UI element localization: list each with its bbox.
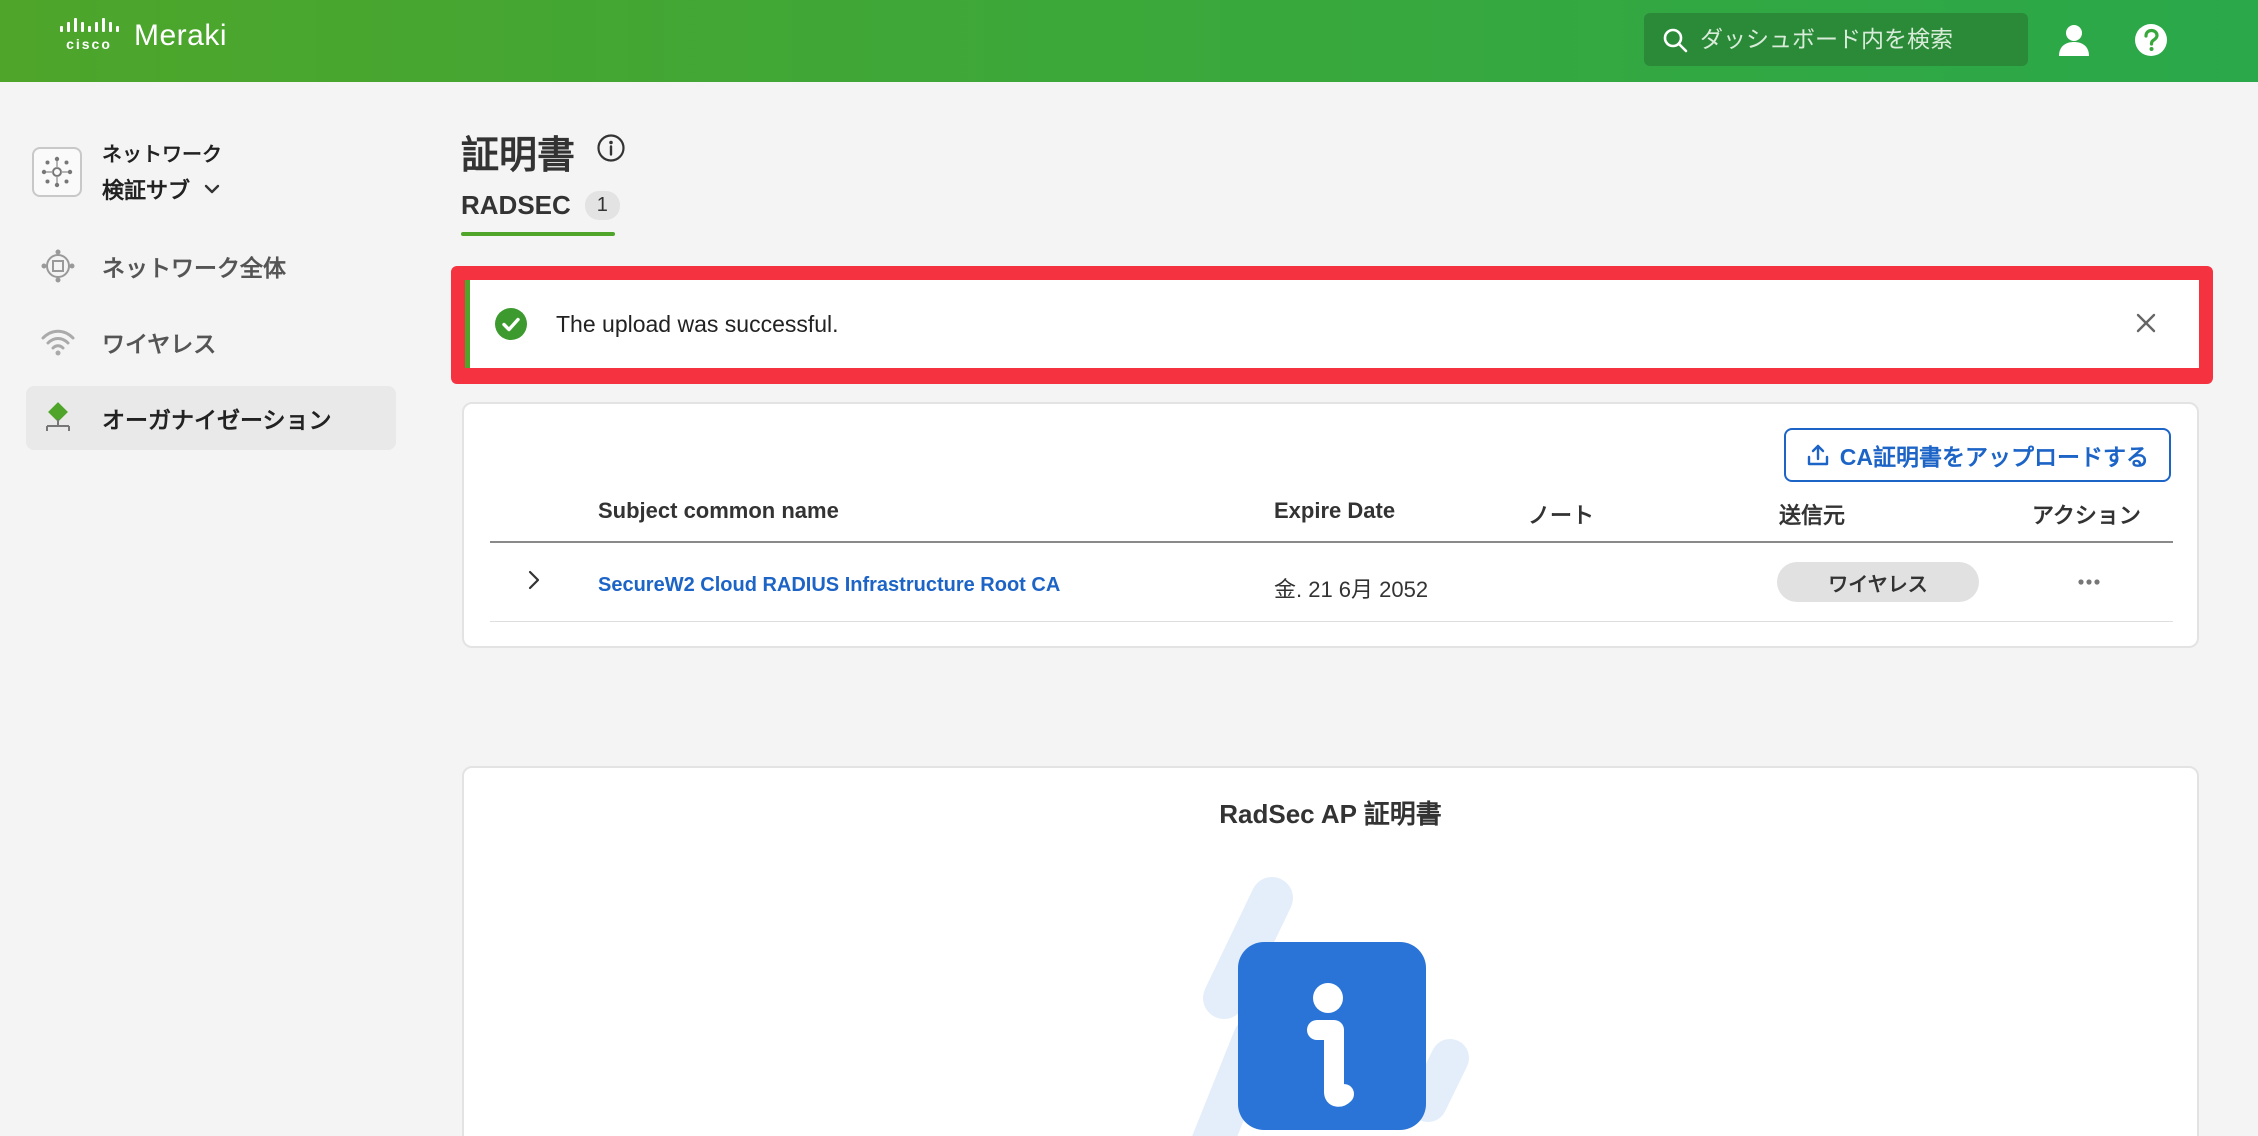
search-input[interactable] (1700, 26, 2020, 53)
page-title: 証明書 (461, 135, 576, 177)
close-icon[interactable] (2133, 310, 2159, 336)
column-header-action: アクション (2032, 503, 2141, 528)
top-header: cisco Meraki (0, 0, 2258, 82)
tab-radsec[interactable]: RADSEC 1 (461, 190, 620, 221)
certificate-name-link[interactable]: SecureW2 Cloud RADIUS Infrastructure Roo… (598, 574, 1060, 597)
brand-sub-text: cisco (66, 36, 112, 52)
tab-active-indicator (461, 232, 615, 236)
more-options-icon[interactable] (2074, 572, 2104, 592)
network-label: ネットワーク (102, 144, 222, 166)
info-icon[interactable] (596, 133, 626, 168)
chevron-right-icon[interactable] (522, 568, 546, 592)
upload-ca-certificate-button[interactable]: CA証明書をアップロードする (1783, 428, 2171, 482)
search-icon (1663, 28, 1688, 52)
sidebar: ネットワーク 検証サブ ネットワーク全体 ワイヤレス オーガナイゼーション (0, 82, 420, 1136)
sidebar-item-wireless[interactable]: ワイヤレス (26, 310, 396, 374)
source-badge: ワイヤレス (1777, 562, 1979, 602)
sidebar-item-label: ワイヤレス (102, 331, 217, 357)
radsec-ap-certificate-card: RadSec AP 証明書 (462, 766, 2199, 1136)
search-box[interactable] (1644, 13, 2028, 66)
certificates-card: CA証明書をアップロードする Subject common name Expir… (462, 402, 2199, 648)
column-header-expire-date[interactable]: Expire Date (1274, 498, 1395, 524)
network-hub-icon (32, 146, 82, 197)
tab-count-badge: 1 (584, 191, 620, 220)
network-selector[interactable]: ネットワーク 検証サブ (32, 138, 222, 205)
alert-message: The upload was successful. (556, 310, 839, 337)
organization-icon (38, 398, 78, 438)
wifi-icon (38, 322, 78, 362)
help-icon[interactable] (2131, 20, 2171, 60)
upload-icon (1807, 444, 1828, 466)
column-header-subject[interactable]: Subject common name (598, 498, 839, 524)
chevron-down-icon (204, 184, 220, 194)
info-illustration-icon (1192, 877, 1469, 1136)
sidebar-item-label: オーガナイゼーション (102, 407, 332, 433)
user-icon[interactable] (2054, 20, 2094, 60)
sidebar-item-network-wide[interactable]: ネットワーク全体 (26, 234, 396, 298)
network-name: 検証サブ (102, 178, 191, 203)
table-header-divider (490, 541, 2173, 543)
tab-label: RADSEC (461, 190, 571, 220)
section-title: RadSec AP 証明書 (1219, 799, 1442, 829)
cisco-meraki-logo[interactable]: cisco Meraki (58, 18, 227, 54)
table-row-divider (490, 621, 2173, 622)
check-circle-icon (495, 308, 527, 340)
column-header-source[interactable]: 送信元 (1779, 498, 1845, 530)
success-alert: The upload was successful. (465, 280, 2199, 368)
certificate-expire-date: 金. 21 6月 2052 (1274, 577, 1429, 602)
column-header-note[interactable]: ノート (1528, 498, 1594, 530)
sidebar-item-label: ネットワーク全体 (102, 255, 286, 281)
upload-button-label: CA証明書をアップロードする (1839, 444, 2149, 470)
network-wide-icon (38, 246, 78, 286)
sidebar-item-organization[interactable]: オーガナイゼーション (26, 386, 396, 450)
brand-name: Meraki (134, 19, 228, 52)
cisco-logo-icon: cisco (58, 18, 120, 54)
